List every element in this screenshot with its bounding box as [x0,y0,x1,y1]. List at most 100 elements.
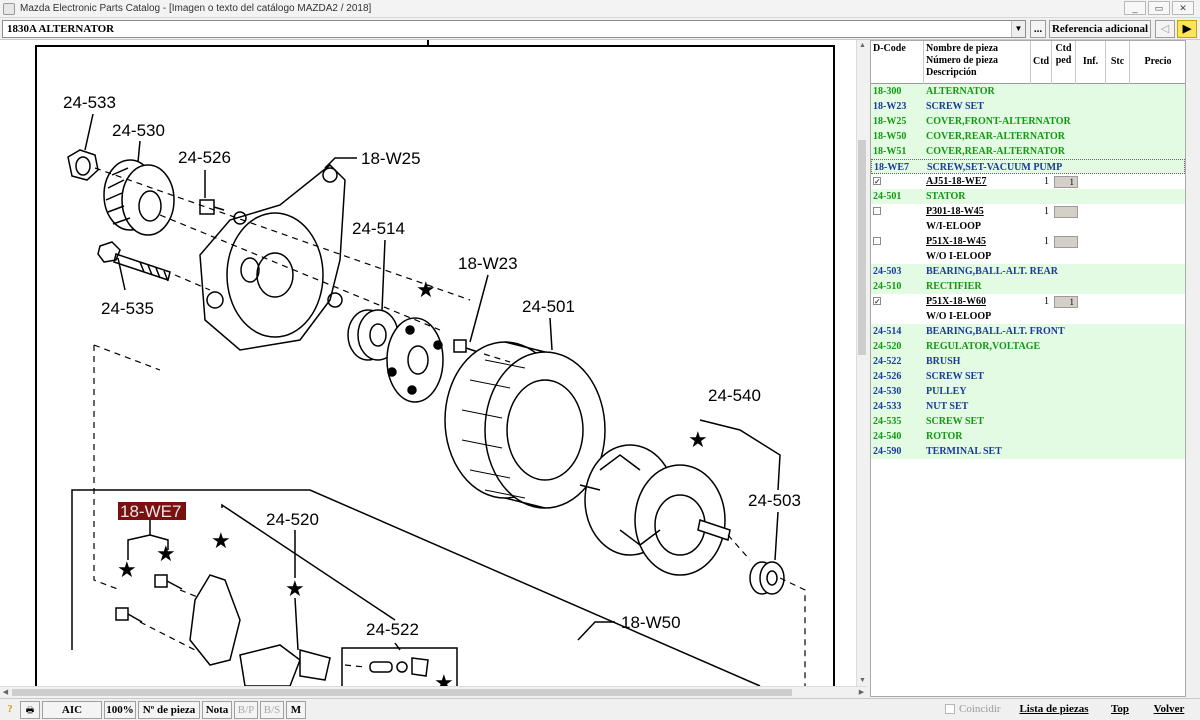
aic-button[interactable]: AIC [42,701,102,719]
part-row[interactable]: 24-590 TERMINAL SET [871,444,1185,459]
scroll-left-icon[interactable]: ◀ [0,687,11,698]
part-code[interactable]: 24-501 [873,189,901,204]
part-number-row[interactable]: ✓ AJ51-18-WE7 1 1 [871,174,1185,189]
part-number-button[interactable]: Nº de pieza [138,701,200,719]
scroll-right-icon[interactable]: ▶ [856,687,867,698]
order-quantity-input[interactable]: 1 [1054,296,1078,308]
part-row[interactable]: 18-WE7 SCREW,SET-VACUUM PUMP [871,159,1185,174]
parts-list-button[interactable]: Lista de piezas [1012,701,1096,719]
part-name[interactable]: COVER,REAR-ALTERNATOR [926,129,1065,144]
part-select-checkbox[interactable]: ✓ [873,297,881,306]
bs-button[interactable]: B/S [260,701,284,719]
part-code[interactable]: 24-533 [873,399,901,414]
header-ctd-ped[interactable]: Ctd ped [1052,41,1076,84]
part-code[interactable]: 18-W25 [873,114,906,129]
part-row[interactable]: 18-W51 COVER,REAR-ALTERNATOR [871,144,1185,159]
part-code[interactable]: 24-526 [873,369,901,384]
match-checkbox-box[interactable] [945,704,955,714]
part-row[interactable]: 24-520 REGULATOR,VOLTAGE [871,339,1185,354]
part-code[interactable]: 24-522 [873,354,901,369]
part-code[interactable]: 24-503 [873,264,901,279]
chevron-down-icon[interactable]: ▼ [1011,21,1025,37]
header-inf[interactable]: Inf. [1076,41,1106,84]
scroll-thumb[interactable] [858,140,866,355]
part-name[interactable]: REGULATOR,VOLTAGE [926,339,1040,354]
part-name[interactable]: SCREW SET [926,99,984,114]
part-select-checkbox[interactable] [873,207,881,215]
part-row[interactable]: 18-W50 COVER,REAR-ALTERNATOR [871,129,1185,144]
order-quantity-input[interactable] [1054,236,1078,248]
header-stc[interactable]: Stc [1106,41,1130,84]
part-name[interactable]: PULLEY [926,384,967,399]
header-precio[interactable]: Precio [1130,41,1185,84]
browse-button[interactable]: ... [1030,20,1046,38]
part-row[interactable]: 24-535 SCREW SET [871,414,1185,429]
part-name[interactable]: ALTERNATOR [926,84,995,99]
scroll-thumb[interactable] [12,689,792,696]
part-code[interactable]: 24-530 [873,384,901,399]
minimize-button[interactable]: _ [1124,1,1146,15]
part-name[interactable]: SCREW SET [926,414,984,429]
part-number-link[interactable]: AJ51-18-WE7 [926,174,987,189]
part-name[interactable]: BEARING,BALL-ALT. REAR [926,264,1058,279]
part-name[interactable]: SCREW,SET-VACUUM PUMP [927,160,1062,175]
match-checkbox[interactable]: Coincidir [945,703,1001,715]
part-code[interactable]: 18-W51 [873,144,906,159]
order-quantity-input[interactable] [1054,206,1078,218]
part-code[interactable]: 24-535 [873,414,901,429]
part-code[interactable]: 24-590 [873,444,901,459]
part-name[interactable]: TERMINAL SET [926,444,1002,459]
part-number-link[interactable]: P301-18-W45 [926,204,984,219]
back-arrow-icon[interactable]: ◁ [1155,20,1175,38]
close-button[interactable]: ✕ [1172,1,1194,15]
part-row[interactable]: 18-W25 COVER,FRONT-ALTERNATOR [871,114,1185,129]
part-name[interactable]: COVER,REAR-ALTERNATOR [926,144,1065,159]
part-row[interactable]: 24-514 BEARING,BALL-ALT. FRONT [871,324,1185,339]
part-row[interactable]: 24-530 PULLEY [871,384,1185,399]
diagram-vertical-scrollbar[interactable]: ▲ ▼ [856,40,867,686]
part-name[interactable]: SCREW SET [926,369,984,384]
zoom-button[interactable]: 100% [104,701,136,719]
part-row[interactable]: 18-300 ALTERNATOR [871,84,1185,99]
part-row[interactable]: 24-533 NUT SET [871,399,1185,414]
part-name[interactable]: ROTOR [926,429,963,444]
header-name[interactable]: Nombre de pieza Número de pieza Descripc… [924,41,1031,84]
part-code[interactable]: 24-510 [873,279,901,294]
help-icon[interactable]: ? [2,701,18,719]
order-quantity-input[interactable]: 1 [1054,176,1078,188]
part-number-row[interactable]: P51X-18-W45 1 [871,234,1185,249]
m-button[interactable]: M [286,701,306,719]
part-number-row[interactable]: P301-18-W45 1 [871,204,1185,219]
part-code[interactable]: 24-514 [873,324,901,339]
part-name[interactable]: BEARING,BALL-ALT. FRONT [926,324,1065,339]
maximize-button[interactable]: ▭ [1148,1,1170,15]
part-name[interactable]: COVER,FRONT-ALTERNATOR [926,114,1071,129]
part-code[interactable]: 18-W50 [873,129,906,144]
part-number-link[interactable]: P51X-18-W60 [926,294,986,309]
diagram-horizontal-scrollbar[interactable]: ◀ ▶ [0,686,867,698]
bp-button[interactable]: B/P [234,701,258,719]
top-button[interactable]: Top [1100,701,1140,719]
part-name[interactable]: STATOR [926,189,965,204]
header-ctd[interactable]: Ctd [1031,41,1052,84]
part-select-checkbox[interactable]: ✓ [873,177,881,186]
part-number-link[interactable]: P51X-18-W45 [926,234,986,249]
additional-reference-button[interactable]: Referencia adicional [1049,20,1151,38]
part-code[interactable]: 18-WE7 [874,160,909,175]
part-row[interactable]: 18-W23 SCREW SET [871,99,1185,114]
part-code[interactable]: 18-300 [873,84,901,99]
part-row[interactable]: 24-510 RECTIFIER [871,279,1185,294]
section-select[interactable]: 1830A ALTERNATOR ▼ [2,20,1026,38]
part-code[interactable]: 24-540 [873,429,901,444]
back-button[interactable]: Volver [1145,701,1193,719]
part-row[interactable]: 24-540 ROTOR [871,429,1185,444]
part-code[interactable]: 18-W23 [873,99,906,114]
part-name[interactable]: BRUSH [926,354,960,369]
part-row[interactable]: 24-501 STATOR [871,189,1185,204]
header-code[interactable]: D-Code [871,41,924,84]
part-name[interactable]: NUT SET [926,399,968,414]
print-icon[interactable]: 🖶 [20,701,40,719]
scroll-up-icon[interactable]: ▲ [857,40,868,51]
part-row[interactable]: 24-526 SCREW SET [871,369,1185,384]
part-number-row[interactable]: ✓ P51X-18-W60 1 1 [871,294,1185,309]
